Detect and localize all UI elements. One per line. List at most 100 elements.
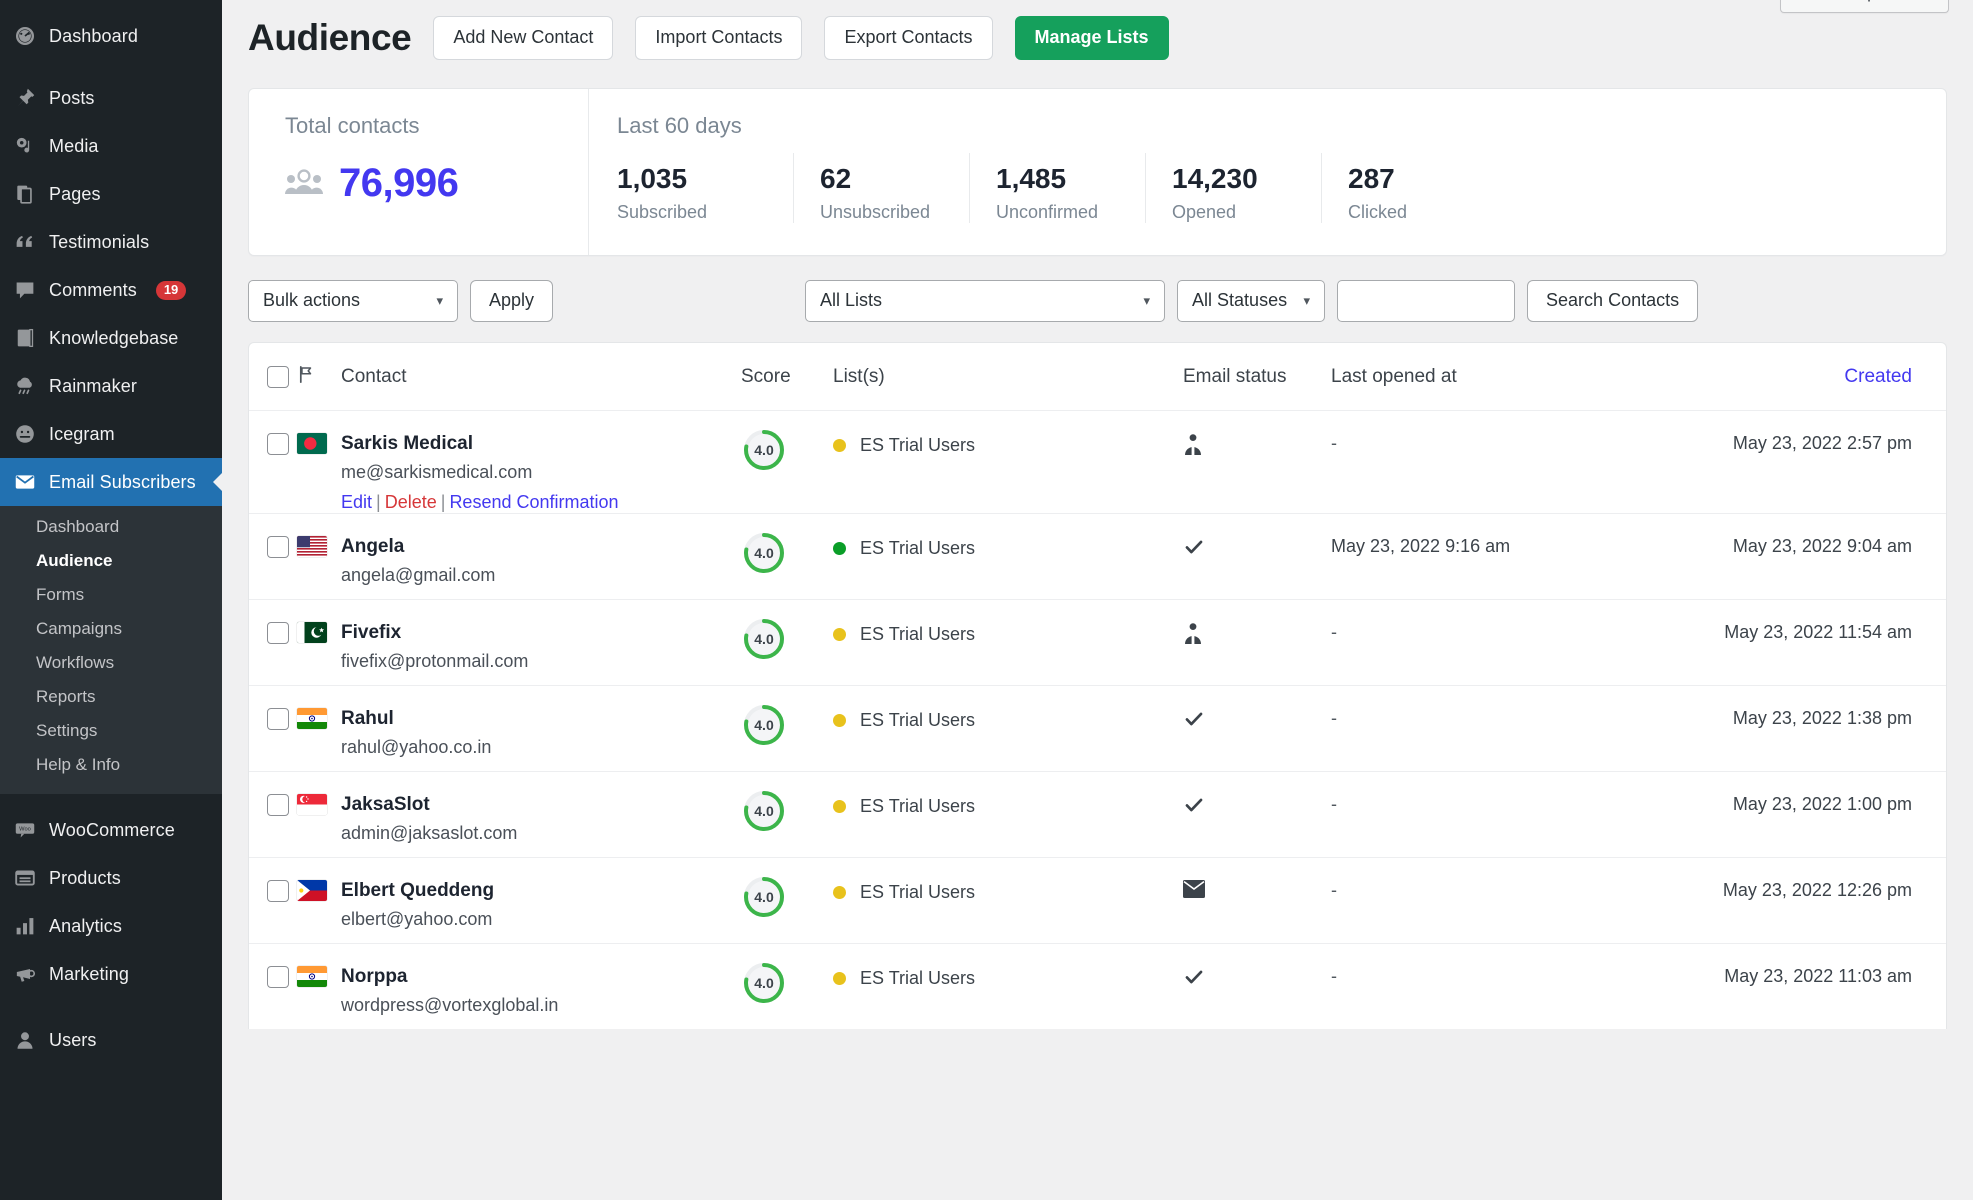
all-lists-select[interactable]: All Lists ▾ [805, 280, 1165, 322]
sidebar-item-products[interactable]: Products [0, 854, 222, 902]
created-cell: May 23, 2022 2:57 pm [1537, 410, 1946, 513]
submenu-item-campaigns[interactable]: Campaigns [0, 612, 222, 646]
score-cell: 4.0 [741, 857, 833, 943]
last-opened-cell: May 23, 2022 9:16 am [1331, 513, 1537, 599]
submenu-item-help-info[interactable]: Help & Info [0, 748, 222, 782]
created-value: May 23, 2022 11:54 am [1724, 622, 1912, 642]
resend-confirmation-link[interactable]: Resend Confirmation [449, 492, 618, 512]
envelope-icon [14, 471, 36, 493]
sidebar-item-testimonials[interactable]: Testimonials [0, 218, 222, 266]
bulk-actions-select[interactable]: Bulk actions ▾ [248, 280, 458, 322]
table-row: JaksaSlotadmin@jaksaslot.com4.0ES Trial … [249, 771, 1946, 857]
row-flag-cell [297, 857, 341, 943]
submenu-item-reports[interactable]: Reports [0, 680, 222, 714]
last-opened-value: - [1331, 880, 1337, 900]
row-checkbox[interactable] [267, 966, 289, 988]
stat-value: 287 [1348, 161, 1497, 196]
check-icon [1183, 966, 1205, 993]
submenu-item-settings[interactable]: Settings [0, 714, 222, 748]
export-contacts-button[interactable]: Export Contacts [824, 16, 992, 60]
all-statuses-select[interactable]: All Statuses ▾ [1177, 280, 1325, 322]
last-opened-value: - [1331, 794, 1337, 814]
created-cell: May 23, 2022 12:26 pm [1537, 857, 1946, 943]
contact-cell: Rahulrahul@yahoo.co.in [341, 685, 741, 771]
score-ring: 4.0 [741, 874, 787, 920]
row-checkbox[interactable] [267, 622, 289, 644]
list-name: ES Trial Users [860, 435, 975, 456]
search-contacts-button[interactable]: Search Contacts [1527, 280, 1698, 322]
sidebar-item-label: WooCommerce [49, 820, 175, 841]
submenu-item-audience[interactable]: Audience [0, 544, 222, 578]
admin-page: Dashboard PostsMediaPagesTestimonialsComm… [0, 0, 1973, 1200]
submenu-item-dashboard[interactable]: Dashboard [0, 510, 222, 544]
last-opened-cell: - [1331, 943, 1537, 1029]
check-icon [1183, 794, 1205, 821]
row-checkbox[interactable] [267, 708, 289, 730]
menu-gap [0, 60, 222, 74]
row-checkbox[interactable] [267, 433, 289, 455]
row-select-cell [249, 685, 297, 771]
apply-button[interactable]: Apply [470, 280, 553, 322]
search-input[interactable] [1337, 280, 1515, 322]
contact-column-header[interactable]: Contact [341, 343, 741, 411]
submenu-item-forms[interactable]: Forms [0, 578, 222, 612]
products-icon [14, 867, 36, 889]
last-opened-column-header[interactable]: Last opened at [1331, 343, 1537, 411]
sidebar-item-label: Knowledgebase [49, 328, 178, 349]
list-status-dot [833, 886, 846, 899]
contact-email: wordpress@vortexglobal.in [341, 995, 741, 1016]
sidebar-item-posts[interactable]: Posts [0, 74, 222, 122]
screen-options-button[interactable]: Screen Options ▼ [1780, 0, 1949, 13]
sidebar-item-users[interactable]: Users [0, 1016, 222, 1064]
row-flag-cell [297, 410, 341, 513]
media-icon [14, 135, 36, 157]
sidebar-item-label: Marketing [49, 964, 129, 985]
row-checkbox[interactable] [267, 794, 289, 816]
last-opened-cell: - [1331, 857, 1537, 943]
last-opened-cell: - [1331, 410, 1537, 513]
lists-cell: ES Trial Users [833, 943, 1183, 1029]
sidebar-item-email-subscribers[interactable]: Email Subscribers [0, 458, 222, 506]
edit-link[interactable]: Edit [341, 492, 372, 512]
sidebar-item-knowledgebase[interactable]: Knowledgebase [0, 314, 222, 362]
add-new-contact-button[interactable]: Add New Contact [433, 16, 613, 60]
contact-name: Elbert Queddeng [341, 880, 741, 902]
sidebar-item-rainmaker[interactable]: Rainmaker [0, 362, 222, 410]
all-statuses-value: All Statuses [1192, 290, 1287, 311]
score-column-header[interactable]: Score [741, 343, 833, 411]
list-status-dot [833, 439, 846, 452]
sidebar-item-dashboard[interactable]: Dashboard [0, 12, 222, 60]
submenu-item-workflows[interactable]: Workflows [0, 646, 222, 680]
created-sort-link[interactable]: Created [1844, 366, 1912, 387]
email-status-column-header[interactable]: Email status [1183, 343, 1331, 411]
row-flag-cell [297, 513, 341, 599]
megaphone-icon [14, 963, 36, 985]
quote-icon [14, 231, 36, 253]
lists-cell: ES Trial Users [833, 685, 1183, 771]
contact-name: Fivefix [341, 622, 741, 644]
contacts-table: Contact Score List(s) Email status Last … [249, 343, 1946, 1030]
check-icon [1183, 536, 1205, 563]
delete-link[interactable]: Delete [385, 492, 437, 512]
table-row: Elbert Queddengelbert@yahoo.com4.0ES Tri… [249, 857, 1946, 943]
created-value: May 23, 2022 1:38 pm [1733, 708, 1912, 728]
users-icon [14, 1029, 36, 1051]
contact-cell: JaksaSlotadmin@jaksaslot.com [341, 771, 741, 857]
sidebar-item-woocommerce[interactable]: WooWooCommerce [0, 806, 222, 854]
row-select-cell [249, 513, 297, 599]
contacts-group-icon [285, 167, 323, 200]
import-contacts-button[interactable]: Import Contacts [635, 16, 802, 60]
manage-lists-button[interactable]: Manage Lists [1015, 16, 1169, 60]
sidebar-item-analytics[interactable]: Analytics [0, 902, 222, 950]
row-checkbox[interactable] [267, 880, 289, 902]
sidebar-item-comments[interactable]: Comments19 [0, 266, 222, 314]
select-all-checkbox[interactable] [267, 366, 289, 388]
sidebar-item-marketing[interactable]: Marketing [0, 950, 222, 998]
score-cell: 4.0 [741, 771, 833, 857]
sidebar-item-pages[interactable]: Pages [0, 170, 222, 218]
sidebar-item-media[interactable]: Media [0, 122, 222, 170]
sidebar-item-icegram[interactable]: Icegram [0, 410, 222, 458]
created-column-header[interactable]: Created [1537, 343, 1946, 411]
lists-column-header[interactable]: List(s) [833, 343, 1183, 411]
row-checkbox[interactable] [267, 536, 289, 558]
